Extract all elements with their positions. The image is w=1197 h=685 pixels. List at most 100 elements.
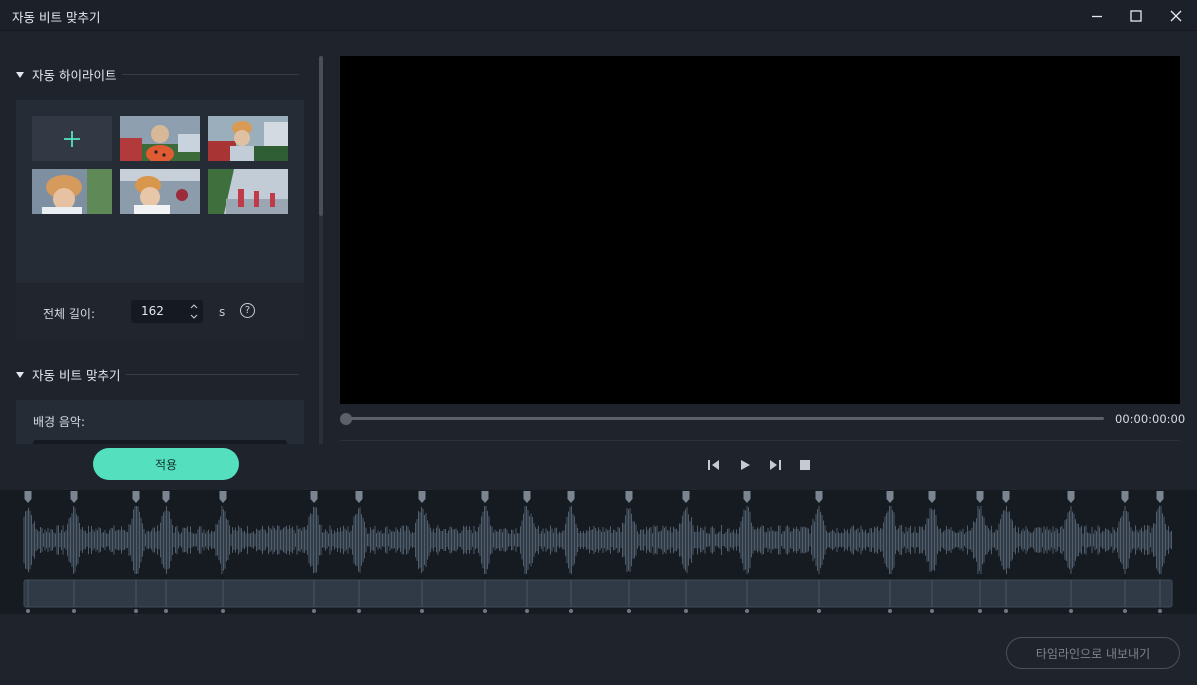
- minimize-icon: [1092, 15, 1102, 17]
- total-length-label: 전체 길이:: [43, 307, 96, 321]
- beat-dot: [1158, 609, 1162, 613]
- beat-dot: [627, 609, 631, 613]
- beat-marker[interactable]: [310, 491, 318, 503]
- beat-dot: [134, 609, 138, 613]
- beat-dot: [221, 609, 225, 613]
- beat-dot: [26, 609, 30, 613]
- total-length-value[interactable]: 162: [141, 304, 164, 318]
- apply-button[interactable]: 적용: [93, 448, 239, 480]
- clip-track[interactable]: [23, 579, 1173, 608]
- beat-marker[interactable]: [1156, 491, 1164, 503]
- media-thumbnail[interactable]: [208, 169, 288, 214]
- beat-dot: [357, 609, 361, 613]
- next-frame-button[interactable]: [767, 457, 783, 473]
- scrollbar-thumb[interactable]: [319, 56, 323, 216]
- media-thumbnail[interactable]: [208, 116, 288, 161]
- beat-dot: [978, 609, 982, 613]
- seek-bar[interactable]: [346, 417, 1104, 420]
- beat-sync-section-title: 자동 비트 맞추기: [32, 368, 121, 383]
- beat-dot: [569, 609, 573, 613]
- beat-timeline[interactable]: [0, 490, 1197, 614]
- media-thumbnail[interactable]: [120, 116, 200, 161]
- beat-marker[interactable]: [355, 491, 363, 503]
- play-icon: [741, 460, 750, 470]
- settings-panel: 자동 하이라이트 전체 길이: 162 s ? 자동 비트 맞추기 배경 음악:: [0, 32, 326, 444]
- beat-dot: [483, 609, 487, 613]
- beat-marker[interactable]: [1121, 491, 1129, 503]
- media-thumbnail[interactable]: [120, 169, 200, 214]
- beat-marker[interactable]: [1067, 491, 1075, 503]
- beat-dot: [888, 609, 892, 613]
- title-bar: 자동 비트 맞추기: [0, 0, 1197, 31]
- beat-marker[interactable]: [886, 491, 894, 503]
- beat-dot: [164, 609, 168, 613]
- previous-frame-button[interactable]: [706, 457, 722, 473]
- step-forward-icon: [770, 460, 781, 470]
- step-back-icon: [708, 460, 719, 470]
- beat-dot: [1004, 609, 1008, 613]
- add-media-button[interactable]: [32, 116, 112, 161]
- total-length-input[interactable]: 162: [131, 300, 203, 323]
- plus-icon: [64, 130, 80, 147]
- close-icon: [1170, 10, 1182, 21]
- divider: [122, 74, 299, 75]
- seek-handle[interactable]: [340, 413, 352, 425]
- media-grid: [16, 100, 304, 283]
- beat-dot: [1123, 609, 1127, 613]
- beat-marker[interactable]: [976, 491, 984, 503]
- beat-dot: [420, 609, 424, 613]
- beat-dot: [930, 609, 934, 613]
- beat-marker[interactable]: [928, 491, 936, 503]
- waveform-track[interactable]: [0, 490, 1197, 614]
- divider: [126, 374, 299, 375]
- background-music-select[interactable]: [33, 440, 287, 444]
- beat-dot: [1069, 609, 1073, 613]
- highlight-section-header[interactable]: 자동 하이라이트: [16, 65, 299, 84]
- collapse-triangle-icon: [16, 371, 24, 378]
- beat-dot: [312, 609, 316, 613]
- beat-dot: [745, 609, 749, 613]
- beat-dot: [684, 609, 688, 613]
- beat-marker[interactable]: [625, 491, 633, 503]
- background-music-label: 배경 음악:: [33, 415, 86, 429]
- beat-marker[interactable]: [815, 491, 823, 503]
- beat-marker[interactable]: [219, 491, 227, 503]
- divider: [340, 440, 1180, 441]
- timecode: 00:00:00:00: [1115, 412, 1186, 426]
- stop-button[interactable]: [797, 457, 813, 473]
- beat-marker[interactable]: [1002, 491, 1010, 503]
- audio-waveform: [23, 506, 1172, 574]
- media-thumbnail[interactable]: [32, 169, 112, 214]
- beat-sync-section-header[interactable]: 자동 비트 맞추기: [16, 365, 299, 384]
- close-button[interactable]: [1156, 0, 1196, 31]
- background-music-box: 배경 음악:: [16, 400, 304, 444]
- help-icon[interactable]: ?: [240, 303, 255, 318]
- beat-marker[interactable]: [132, 491, 140, 503]
- beat-dot: [817, 609, 821, 613]
- total-length-row: 전체 길이: 162 s ?: [16, 283, 304, 340]
- beat-dot: [72, 609, 76, 613]
- maximize-icon: [1130, 9, 1142, 22]
- play-button[interactable]: [737, 457, 753, 473]
- beat-marker[interactable]: [481, 491, 489, 503]
- maximize-button[interactable]: [1116, 0, 1156, 31]
- video-preview[interactable]: [340, 56, 1180, 404]
- beat-marker[interactable]: [682, 491, 690, 503]
- window-title: 자동 비트 맞추기: [12, 10, 101, 25]
- beat-dot: [525, 609, 529, 613]
- total-length-unit: s: [219, 305, 226, 319]
- scrollbar-track[interactable]: [319, 216, 323, 444]
- minimize-button[interactable]: [1077, 0, 1117, 31]
- stop-icon: [800, 460, 810, 470]
- beat-marker[interactable]: [162, 491, 170, 503]
- spinner-arrows-icon[interactable]: [190, 302, 198, 321]
- beat-marker[interactable]: [743, 491, 751, 503]
- beat-marker[interactable]: [24, 491, 32, 503]
- beat-marker[interactable]: [418, 491, 426, 503]
- beat-marker[interactable]: [567, 491, 575, 503]
- beat-marker[interactable]: [70, 491, 78, 503]
- highlight-section-title: 자동 하이라이트: [32, 68, 117, 83]
- collapse-triangle-icon: [16, 71, 24, 78]
- beat-marker[interactable]: [523, 491, 531, 503]
- export-to-timeline-button[interactable]: 타임라인으로 내보내기: [1006, 637, 1180, 669]
